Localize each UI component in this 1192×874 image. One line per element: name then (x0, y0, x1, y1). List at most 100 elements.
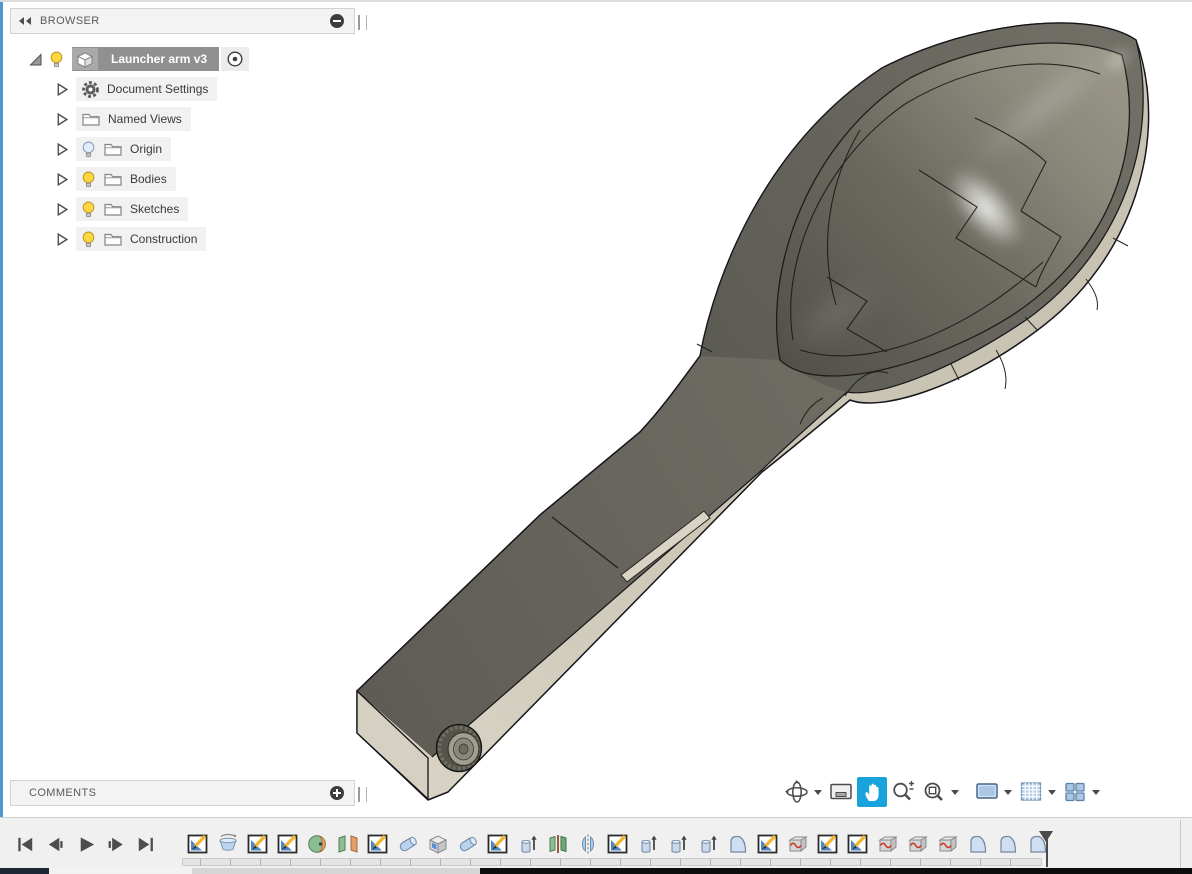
grid-snaps-icon (1018, 779, 1044, 805)
orbit-dropdown-caret[interactable] (814, 790, 822, 795)
timeline-feature-form-icon[interactable] (936, 832, 960, 856)
timeline-feature-extrude-icon[interactable] (636, 832, 660, 856)
timeline-feature-form-icon[interactable] (786, 832, 810, 856)
timeline-playhead[interactable] (1039, 831, 1054, 867)
expand-arrow-icon[interactable] (55, 142, 68, 157)
timeline-feature-box-icon[interactable] (426, 832, 450, 856)
timeline-feature-sketch-icon[interactable] (246, 832, 270, 856)
timeline-tick (980, 859, 981, 866)
tree-item-label: Bodies (130, 172, 167, 186)
activate-component-radio[interactable] (221, 47, 249, 71)
timeline-feature-cylinder-icon[interactable] (396, 832, 420, 856)
timeline-feature-extrude-icon[interactable] (696, 832, 720, 856)
fit-button[interactable] (919, 777, 949, 807)
timeline-feature-sketch-icon[interactable] (756, 832, 780, 856)
timeline-feature-form-icon[interactable] (906, 832, 930, 856)
expand-arrow-icon[interactable] (55, 202, 68, 217)
viewports-caret[interactable] (1092, 790, 1100, 795)
timeline-tick (950, 859, 951, 866)
comments-panel-grip[interactable] (358, 787, 367, 802)
timeline-tick (290, 859, 291, 866)
visibility-bulb-on-icon[interactable] (81, 201, 96, 218)
timeline-feature-mirror-icon[interactable] (336, 832, 360, 856)
timeline-feature-hole-icon[interactable] (306, 832, 330, 856)
timeline-feature-sketch-icon[interactable] (606, 832, 630, 856)
timeline-tick (710, 859, 711, 866)
expand-arrow-icon[interactable] (55, 172, 68, 187)
step-back-button[interactable] (44, 833, 67, 856)
timeline-features (186, 832, 1056, 856)
timeline-feature-sketch-icon[interactable] (276, 832, 300, 856)
folder-icon (81, 111, 101, 127)
go-to-start-button[interactable] (14, 833, 37, 856)
tree-row-root: Launcher arm v3 (10, 44, 355, 74)
visibility-bulb-on-icon[interactable] (49, 51, 64, 68)
timeline-feature-sketch-icon[interactable] (816, 832, 840, 856)
collapse-all-icon[interactable] (330, 14, 344, 28)
visibility-bulb-on-icon[interactable] (81, 231, 96, 248)
timeline-tick (320, 859, 321, 866)
tree-item-origin[interactable]: Origin (76, 137, 171, 161)
viewports-icon (1062, 779, 1088, 805)
timeline-divider (1180, 820, 1181, 868)
timeline-tick (1010, 859, 1011, 866)
tree-item-named-views[interactable]: Named Views (76, 107, 191, 131)
expand-arrow-icon[interactable] (55, 82, 68, 97)
timeline-feature-extrude-icon[interactable] (516, 832, 540, 856)
tree-item-root[interactable]: Launcher arm v3 (72, 47, 219, 71)
play-button[interactable] (74, 833, 97, 856)
timeline-tick (800, 859, 801, 866)
tree-row: Sketches (10, 194, 355, 224)
orbit-button[interactable] (782, 777, 812, 807)
timeline-tick (860, 859, 861, 866)
tree-item-label: Document Settings (107, 82, 208, 96)
browser-panel-header: BROWSER (10, 8, 355, 34)
timeline-feature-revolve-icon[interactable] (216, 832, 240, 856)
expand-arrow-icon[interactable] (55, 112, 68, 127)
tree-item-construction[interactable]: Construction (76, 227, 206, 251)
timeline-tick (890, 859, 891, 866)
tree-item-document-settings[interactable]: Document Settings (76, 77, 217, 101)
zoom-button[interactable] (888, 777, 918, 807)
timeline-feature-sketch-icon[interactable] (486, 832, 510, 856)
visibility-bulb-on-icon[interactable] (81, 171, 96, 188)
look-at-button[interactable] (826, 777, 856, 807)
expanded-triangle-icon[interactable] (28, 52, 43, 67)
fit-icon (921, 779, 947, 805)
fit-dropdown-caret[interactable] (951, 790, 959, 795)
pan-button[interactable] (857, 777, 887, 807)
timeline-feature-fillet-icon[interactable] (726, 832, 750, 856)
timeline-feature-sketch-icon[interactable] (186, 832, 210, 856)
timeline-feature-fillet-icon[interactable] (966, 832, 990, 856)
timeline-feature-fillet-icon[interactable] (996, 832, 1020, 856)
timeline-tick (680, 859, 681, 866)
go-to-end-button[interactable] (134, 833, 157, 856)
timeline-feature-form-icon[interactable] (876, 832, 900, 856)
expand-arrow-icon[interactable] (55, 232, 68, 247)
timeline-tick (470, 859, 471, 866)
step-forward-button[interactable] (104, 833, 127, 856)
timeline-feature-extrude-icon[interactable] (666, 832, 690, 856)
grid-snaps-button[interactable] (1016, 777, 1046, 807)
display-settings-button[interactable] (972, 777, 1002, 807)
display-settings-caret[interactable] (1004, 790, 1012, 795)
timeline-tick (380, 859, 381, 866)
browser-panel-grip[interactable] (358, 15, 367, 30)
timeline-feature-sketch-icon[interactable] (846, 832, 870, 856)
timeline-feature-mirror-axis-icon[interactable] (546, 832, 570, 856)
viewports-button[interactable] (1060, 777, 1090, 807)
timeline-feature-cylinder-icon[interactable] (456, 832, 480, 856)
tree-item-label: Sketches (130, 202, 179, 216)
timeline-track[interactable] (182, 858, 1042, 866)
tree-item-sketches[interactable]: Sketches (76, 197, 188, 221)
add-comment-icon[interactable] (330, 786, 344, 800)
visibility-bulb-off-icon[interactable] (81, 141, 96, 158)
timeline-feature-sketch-icon[interactable] (366, 832, 390, 856)
fusion360-canvas: BROWSER Launcher arm v3 (0, 0, 1192, 874)
grid-snaps-caret[interactable] (1048, 790, 1056, 795)
timeline-tick (590, 859, 591, 866)
collapse-panel-icon[interactable] (18, 16, 32, 26)
timeline-tick (740, 859, 741, 866)
tree-item-bodies[interactable]: Bodies (76, 167, 176, 191)
timeline-feature-mirror-plane-icon[interactable] (576, 832, 600, 856)
